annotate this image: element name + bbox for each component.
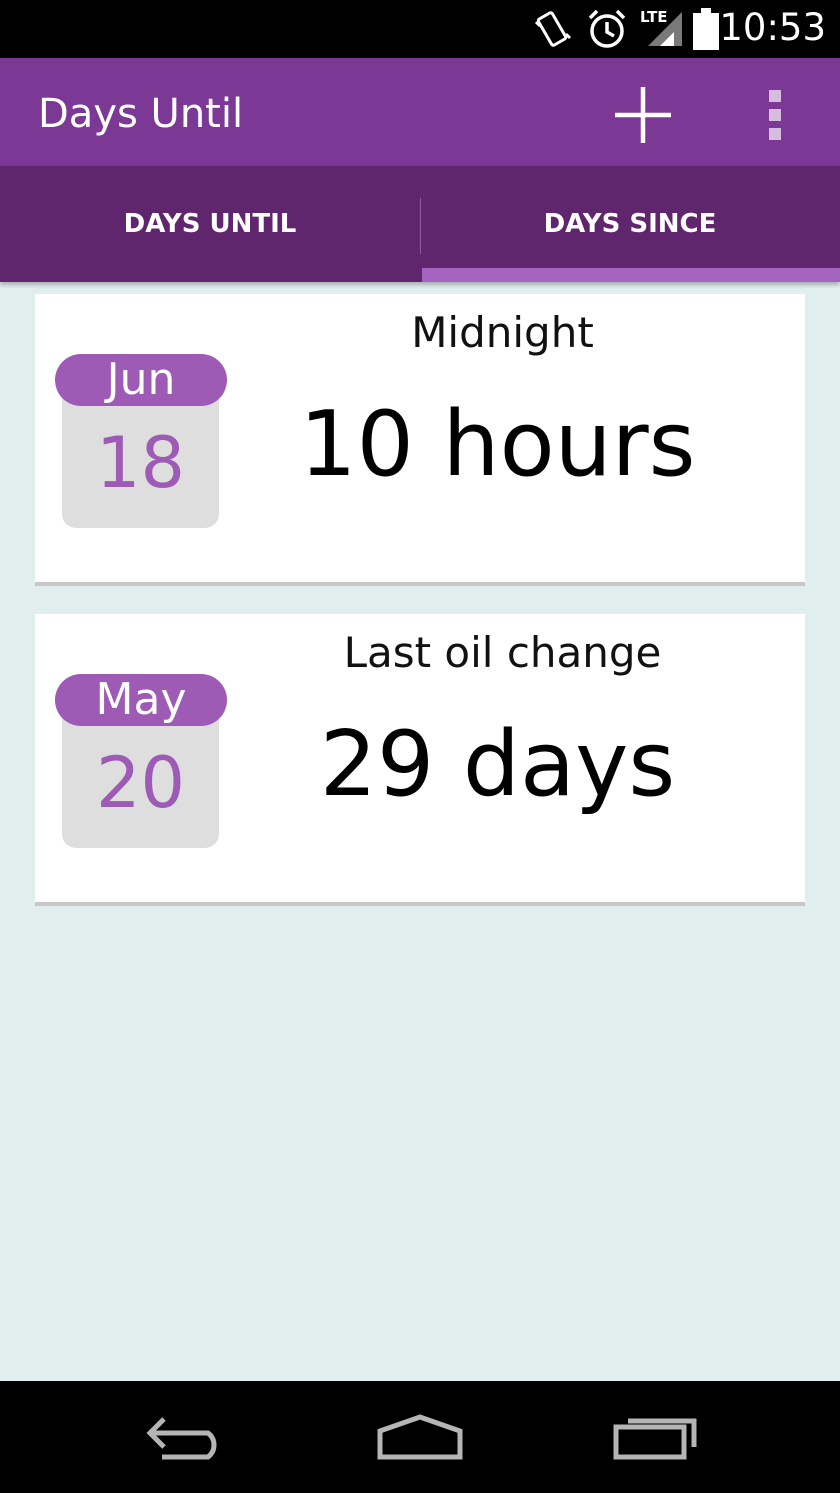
tab-days-since-label: DAYS SINCE <box>543 209 717 239</box>
event-day: 18 <box>95 422 186 504</box>
vibrate-icon <box>534 11 572 47</box>
calendar-icon: Jun 18 <box>55 354 227 528</box>
event-month: Jun <box>55 354 227 406</box>
calendar-icon: May 20 <box>55 674 227 848</box>
signal-icon <box>648 12 682 46</box>
battery-icon <box>693 8 719 50</box>
overflow-menu-icon[interactable] <box>760 88 790 142</box>
status-time: 10:53 <box>719 6 826 49</box>
back-icon[interactable] <box>140 1411 240 1463</box>
home-icon[interactable] <box>370 1411 470 1463</box>
action-bar: Days Until <box>0 58 840 166</box>
recents-icon[interactable] <box>606 1411 706 1463</box>
event-day: 20 <box>95 742 186 824</box>
event-countdown: 29 days <box>319 712 676 817</box>
tab-bar: DAYS UNTIL DAYS SINCE <box>0 166 840 282</box>
add-icon[interactable] <box>612 84 674 146</box>
tab-selected-indicator <box>422 268 840 282</box>
event-countdown: 10 hours <box>299 392 696 497</box>
screen: LTE 10:53 Days Until DAYS UNTIL DAYS SIN… <box>0 0 840 1493</box>
navigation-bar <box>0 1381 840 1493</box>
event-card[interactable]: Jun 18 Midnight 10 hours <box>35 294 805 586</box>
event-title: Last oil change <box>343 628 662 677</box>
event-month: May <box>55 674 227 726</box>
event-card[interactable]: May 20 Last oil change 29 days <box>35 614 805 906</box>
tab-days-until-label: DAYS UNTIL <box>123 209 297 239</box>
alarm-icon <box>588 9 626 48</box>
event-title: Midnight <box>411 308 594 357</box>
tab-days-since[interactable]: DAYS SINCE <box>420 166 840 282</box>
app-title: Days Until <box>38 91 244 137</box>
tab-days-until[interactable]: DAYS UNTIL <box>0 166 420 282</box>
status-bar: LTE 10:53 <box>0 0 840 58</box>
